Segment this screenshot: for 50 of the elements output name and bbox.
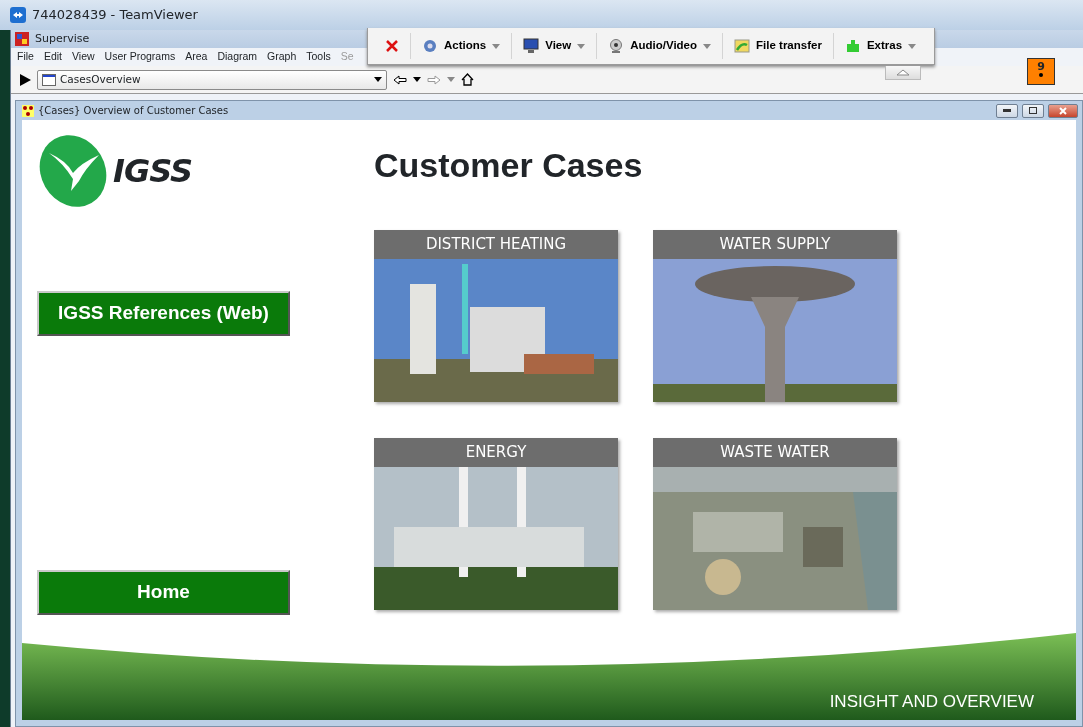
close-icon bbox=[1059, 106, 1067, 115]
diagram-select[interactable]: CasesOverview bbox=[37, 69, 387, 90]
play-icon[interactable] bbox=[19, 73, 31, 86]
caret-icon[interactable] bbox=[413, 77, 421, 82]
minimize-icon bbox=[1003, 109, 1011, 112]
web-link-button[interactable]: IGSS References (Web) bbox=[37, 291, 290, 336]
app-icon bbox=[15, 32, 29, 46]
picture-icon bbox=[734, 38, 751, 54]
menu-item[interactable]: Edit bbox=[43, 49, 62, 65]
maximize-button[interactable] bbox=[1022, 103, 1044, 118]
close-icon bbox=[385, 39, 399, 53]
home-icon[interactable] bbox=[461, 73, 474, 86]
toolbar-menu-button[interactable]: View bbox=[512, 33, 598, 59]
menu-item[interactable]: File bbox=[17, 49, 34, 65]
alarm-indicator[interactable]: 9 bbox=[1027, 58, 1055, 85]
webcam-icon bbox=[608, 38, 625, 54]
toolbar-menu-button[interactable]: Actions bbox=[411, 33, 513, 59]
menu-item[interactable]: Area bbox=[185, 49, 208, 65]
logo: IGSS bbox=[37, 132, 217, 210]
window-title: {Cases} Overview of Customer Cases bbox=[38, 104, 230, 118]
back-icon[interactable] bbox=[393, 74, 407, 85]
close-button[interactable] bbox=[1048, 103, 1078, 118]
menu-item[interactable]: View bbox=[72, 49, 95, 65]
toolbar-menu-button[interactable]: File transfer bbox=[723, 33, 834, 59]
up-arrow-icon bbox=[896, 69, 910, 76]
caret-icon bbox=[374, 77, 382, 82]
case-title[interactable]: WATER SUPPLY bbox=[653, 230, 897, 259]
page-heading: Customer Cases bbox=[374, 148, 644, 182]
menu-item[interactable]: Tools bbox=[306, 49, 331, 65]
dot-icon bbox=[1039, 73, 1043, 78]
window-title: 744028439 - TeamViewer bbox=[32, 6, 198, 25]
app-icon bbox=[10, 7, 26, 23]
case-title[interactable]: WASTE WATER bbox=[653, 438, 897, 467]
case-title[interactable]: ENERGY bbox=[374, 438, 618, 467]
menu-item[interactable]: Diagram bbox=[217, 49, 258, 65]
monitor-icon bbox=[523, 38, 540, 54]
case-title[interactable]: DISTRICT HEATING bbox=[374, 230, 618, 259]
minimize-button[interactable] bbox=[996, 103, 1018, 118]
toolbar-menu-button[interactable]: Audio/Video bbox=[597, 33, 724, 59]
footer-tagline: INSIGHT AND OVERVIEW bbox=[829, 691, 1034, 711]
gear-icon bbox=[422, 38, 438, 54]
menu-item[interactable]: Graph bbox=[267, 49, 297, 65]
home-button[interactable]: Home bbox=[37, 570, 290, 615]
toolbar-menu-button[interactable]: Extras bbox=[833, 33, 928, 59]
window-icon bbox=[42, 73, 56, 86]
app-title: Supervise bbox=[35, 30, 90, 47]
maximize-icon bbox=[1029, 107, 1037, 114]
diagram-icon bbox=[22, 104, 34, 117]
forward-icon[interactable] bbox=[427, 74, 441, 85]
menu-item[interactable]: User Programs bbox=[104, 49, 176, 65]
